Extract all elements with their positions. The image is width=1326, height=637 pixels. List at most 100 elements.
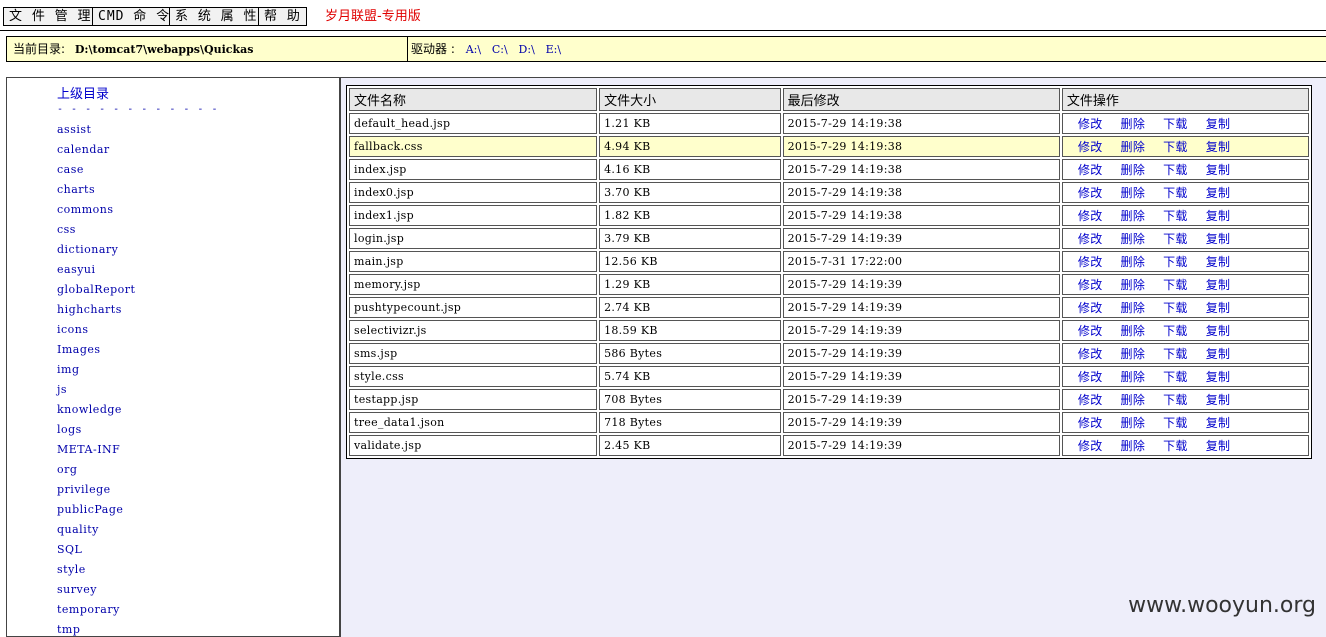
drive-list: 驱动器 : A:\ C:\ D:\ E:\ — [411, 37, 561, 61]
copy-link[interactable]: 复制 — [1206, 255, 1231, 269]
copy-link[interactable]: 复制 — [1206, 278, 1231, 292]
download-link[interactable]: 下载 — [1163, 163, 1188, 177]
edit-link[interactable]: 修改 — [1078, 393, 1103, 407]
delete-link[interactable]: 删除 — [1121, 255, 1146, 269]
delete-link[interactable]: 删除 — [1121, 209, 1146, 223]
delete-link[interactable]: 删除 — [1121, 163, 1146, 177]
sidebar-dir-link[interactable]: Images — [57, 340, 135, 360]
sidebar-dir-link[interactable]: img — [57, 360, 135, 380]
delete-link[interactable]: 删除 — [1121, 278, 1146, 292]
delete-link[interactable]: 删除 — [1121, 140, 1146, 154]
sidebar-dir-link[interactable]: META-INF — [57, 440, 135, 460]
download-link[interactable]: 下载 — [1163, 117, 1188, 131]
edit-link[interactable]: 修改 — [1078, 117, 1103, 131]
download-link[interactable]: 下载 — [1163, 232, 1188, 246]
copy-link[interactable]: 复制 — [1206, 370, 1231, 384]
sidebar-dir-link[interactable]: quality — [57, 520, 135, 540]
sidebar-dir-link[interactable]: js — [57, 380, 135, 400]
sidebar-dir-link[interactable]: org — [57, 460, 135, 480]
edit-link[interactable]: 修改 — [1078, 301, 1103, 315]
sidebar-dir-link[interactable]: easyui — [57, 260, 135, 280]
download-link[interactable]: 下载 — [1163, 255, 1188, 269]
download-link[interactable]: 下载 — [1163, 393, 1188, 407]
copy-link[interactable]: 复制 — [1206, 186, 1231, 200]
sidebar-dir-link[interactable]: css — [57, 220, 135, 240]
edit-link[interactable]: 修改 — [1078, 370, 1103, 384]
delete-link[interactable]: 删除 — [1121, 439, 1146, 453]
download-link[interactable]: 下载 — [1163, 439, 1188, 453]
sidebar-dir-link[interactable]: commons — [57, 200, 135, 220]
edit-link[interactable]: 修改 — [1078, 186, 1103, 200]
parent-directory-link[interactable]: 上级目录 — [57, 86, 109, 104]
download-link[interactable]: 下载 — [1163, 416, 1188, 430]
sidebar-dir-link[interactable]: dictionary — [57, 240, 135, 260]
sidebar-dir-link[interactable]: knowledge — [57, 400, 135, 420]
sidebar-dir-link[interactable]: survey — [57, 580, 135, 600]
file-operations-cell: 修改 删除 下载 复制 — [1061, 435, 1309, 456]
download-link[interactable]: 下载 — [1163, 324, 1188, 338]
download-link[interactable]: 下载 — [1163, 186, 1188, 200]
delete-link[interactable]: 删除 — [1121, 393, 1146, 407]
copy-link[interactable]: 复制 — [1206, 301, 1231, 315]
drive-link-a[interactable]: A:\ — [466, 43, 481, 56]
sidebar-dir-link[interactable]: charts — [57, 180, 135, 200]
sidebar-dir-link[interactable]: globalReport — [57, 280, 135, 300]
copy-link[interactable]: 复制 — [1206, 209, 1231, 223]
drive-link-e[interactable]: E:\ — [546, 43, 561, 56]
file-table: 文件名称 文件大小 最后修改 文件操作 default_head.jsp 1.21… — [346, 85, 1312, 459]
edit-link[interactable]: 修改 — [1078, 140, 1103, 154]
system-properties-button[interactable]: 系 统 属 性 — [169, 7, 264, 26]
drive-link-c[interactable]: C:\ — [492, 43, 508, 56]
delete-link[interactable]: 删除 — [1121, 347, 1146, 361]
sidebar-dir-link[interactable]: assist — [57, 120, 135, 140]
sidebar-dir-link[interactable]: highcharts — [57, 300, 135, 320]
copy-link[interactable]: 复制 — [1206, 347, 1231, 361]
sidebar-dir-link[interactable]: icons — [57, 320, 135, 340]
delete-link[interactable]: 删除 — [1121, 232, 1146, 246]
edit-link[interactable]: 修改 — [1078, 416, 1103, 430]
sidebar-dir-link[interactable]: tmp — [57, 620, 135, 636]
sidebar-dir-link[interactable]: SQL — [57, 540, 135, 560]
download-link[interactable]: 下载 — [1163, 140, 1188, 154]
download-link[interactable]: 下载 — [1163, 347, 1188, 361]
delete-link[interactable]: 删除 — [1121, 370, 1146, 384]
edit-link[interactable]: 修改 — [1078, 232, 1103, 246]
edit-link[interactable]: 修改 — [1078, 439, 1103, 453]
edit-link[interactable]: 修改 — [1078, 278, 1103, 292]
delete-link[interactable]: 删除 — [1121, 301, 1146, 315]
copy-link[interactable]: 复制 — [1206, 393, 1231, 407]
delete-link[interactable]: 删除 — [1121, 117, 1146, 131]
edit-link[interactable]: 修改 — [1078, 324, 1103, 338]
drive-link-d[interactable]: D:\ — [519, 43, 535, 56]
edit-link[interactable]: 修改 — [1078, 347, 1103, 361]
copy-link[interactable]: 复制 — [1206, 324, 1231, 338]
sidebar-dir-link[interactable]: logs — [57, 420, 135, 440]
table-row: selectivizr.js 18.59 KB 2015-7-29 14:19:39… — [349, 320, 1309, 341]
edit-link[interactable]: 修改 — [1078, 209, 1103, 223]
copy-link[interactable]: 复制 — [1206, 163, 1231, 177]
sidebar-dir-link[interactable]: temporary — [57, 600, 135, 620]
copy-link[interactable]: 复制 — [1206, 439, 1231, 453]
copy-link[interactable]: 复制 — [1206, 117, 1231, 131]
delete-link[interactable]: 删除 — [1121, 186, 1146, 200]
download-link[interactable]: 下载 — [1163, 278, 1188, 292]
help-button[interactable]: 帮 助 — [258, 7, 307, 26]
cmd-button[interactable]: CMD 命 令 — [92, 7, 177, 26]
delete-link[interactable]: 删除 — [1121, 324, 1146, 338]
copy-link[interactable]: 复制 — [1206, 140, 1231, 154]
download-link[interactable]: 下载 — [1163, 370, 1188, 384]
sidebar-dir-link[interactable]: style — [57, 560, 135, 580]
sidebar-dir-link[interactable]: calendar — [57, 140, 135, 160]
copy-link[interactable]: 复制 — [1206, 416, 1231, 430]
file-manage-button[interactable]: 文 件 管 理 — [3, 7, 98, 26]
sidebar-dir-link[interactable]: case — [57, 160, 135, 180]
sidebar-dir-link[interactable]: publicPage — [57, 500, 135, 520]
edit-link[interactable]: 修改 — [1078, 163, 1103, 177]
table-row: pushtypecount.jsp 2.74 KB 2015-7-29 14:19:… — [349, 297, 1309, 318]
edit-link[interactable]: 修改 — [1078, 255, 1103, 269]
delete-link[interactable]: 删除 — [1121, 416, 1146, 430]
sidebar-dir-link[interactable]: privilege — [57, 480, 135, 500]
copy-link[interactable]: 复制 — [1206, 232, 1231, 246]
download-link[interactable]: 下载 — [1163, 209, 1188, 223]
download-link[interactable]: 下载 — [1163, 301, 1188, 315]
